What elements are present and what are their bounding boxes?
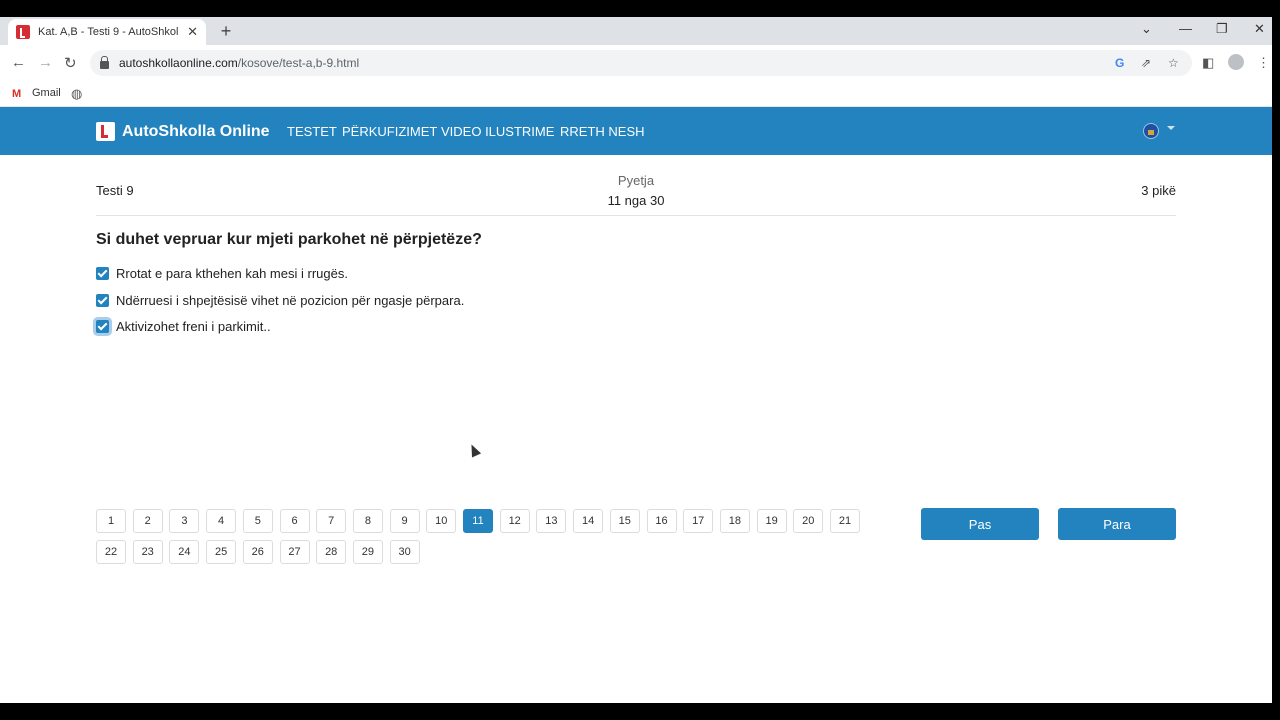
checkbox-checked-icon[interactable] [96,267,109,280]
page-button-19[interactable]: 19 [756,509,787,533]
bookmark-gmail[interactable]: Gmail [32,87,61,99]
question-text: Si duhet vepruar kur mjeti parkohet në p… [96,231,482,248]
answer-option-2[interactable]: Ndërruesi i shpejtësisë vihet në pozicio… [96,293,464,308]
next-button[interactable]: Para [1058,508,1176,540]
page-button-30[interactable]: 30 [389,540,420,564]
page-button-9[interactable]: 9 [389,509,420,533]
bookmark-star-icon[interactable]: ☆ [1168,56,1179,70]
browser-window: Kat. A,B - Testi 9 - AutoShkolla O ✕ + ⌄… [0,17,1272,703]
nav-perkufizimet[interactable]: PËRKUFIZIMET [342,124,437,139]
new-tab-icon[interactable]: + [216,21,236,42]
page-button-27[interactable]: 27 [279,540,310,564]
site-navbar: AutoShkolla Online TESTET PËRKUFIZIMET V… [0,107,1272,155]
google-lens-icon[interactable]: G [1115,56,1124,70]
page-button-18[interactable]: 18 [719,509,750,533]
question-points: 3 pikë [1141,183,1176,198]
lock-icon [100,55,109,69]
address-bar[interactable]: autoshkollaonline.com/kosove/test-a,b-9.… [90,50,1192,76]
page-button-1[interactable]: 1 [96,509,126,533]
minimize-icon[interactable]: — [1179,21,1192,36]
profile-avatar-icon[interactable] [1228,54,1244,70]
browser-tab[interactable]: Kat. A,B - Testi 9 - AutoShkolla O ✕ [8,19,206,45]
brand-link[interactable]: AutoShkolla Online [96,122,270,141]
page-button-3[interactable]: 3 [169,509,200,533]
menu-kebab-icon[interactable]: ⋮ [1257,55,1270,71]
page-button-20[interactable]: 20 [793,509,824,533]
browser-toolbar: ← → ↻ autoshkollaonline.com/kosove/test-… [0,45,1272,81]
answer-text: Rrotat e para kthehen kah mesi i rrugës. [116,266,348,281]
page-button-28[interactable]: 28 [316,540,347,564]
page-button-5[interactable]: 5 [242,509,273,533]
globe-icon[interactable]: ◍ [71,86,82,102]
page-button-12[interactable]: 12 [499,509,530,533]
page-button-15[interactable]: 15 [609,509,640,533]
answer-option-1[interactable]: Rrotat e para kthehen kah mesi i rrugës. [96,266,348,281]
page-button-24[interactable]: 24 [169,540,200,564]
reload-icon[interactable]: ↻ [64,54,77,72]
page-button-13[interactable]: 13 [536,509,567,533]
forward-icon[interactable]: → [38,54,53,71]
page-button-23[interactable]: 23 [132,540,163,564]
kosovo-flag-icon[interactable] [1143,123,1159,139]
page-button-10[interactable]: 10 [426,509,457,533]
language-dropdown-caret-icon[interactable] [1167,126,1175,130]
answer-text: Ndërruesi i shpejtësisë vihet në pozicio… [116,293,465,308]
test-name: Testi 9 [96,183,134,198]
brand-name: AutoShkolla Online [122,122,270,140]
brand-logo-icon [96,122,115,141]
page-button-4[interactable]: 4 [206,509,237,533]
back-icon[interactable]: ← [11,54,26,71]
site-favicon-icon [16,25,30,39]
nav-video-ilustrime[interactable]: VIDEO ILUSTRIME [441,124,554,139]
page-button-29[interactable]: 29 [352,540,383,564]
side-panel-icon[interactable]: ◧ [1202,55,1214,71]
answer-option-3[interactable]: Aktivizohet freni i parkimit.. [96,319,271,334]
close-tab-icon[interactable]: ✕ [187,24,198,40]
close-window-icon[interactable]: ✕ [1254,21,1265,37]
tab-title: Kat. A,B - Testi 9 - AutoShkolla O [38,26,178,38]
tab-search-icon[interactable]: ⌄ [1141,21,1152,37]
page-button-14[interactable]: 14 [573,509,604,533]
divider [96,215,1176,216]
question-label: Pyetja [617,173,655,188]
checkbox-checked-icon[interactable] [96,320,109,333]
gmail-icon: M [12,88,22,100]
page-button-11[interactable]: 11 [463,509,493,533]
url-text: autoshkollaonline.com/kosove/test-a,b-9.… [119,56,360,70]
page-button-21[interactable]: 21 [830,509,860,533]
page-button-2[interactable]: 2 [132,509,163,533]
share-icon[interactable]: ⇗ [1141,56,1151,70]
nav-rreth-nesh[interactable]: RRETH NESH [560,124,645,139]
page-button-25[interactable]: 25 [206,540,237,564]
bookmarks-bar: M Gmail ◍ [0,81,1272,107]
restore-icon[interactable]: ❐ [1216,21,1228,37]
page-button-7[interactable]: 7 [316,509,347,533]
mouse-cursor-icon [466,442,482,458]
tab-strip: Kat. A,B - Testi 9 - AutoShkolla O ✕ + ⌄… [0,17,1272,45]
page-button-17[interactable]: 17 [683,509,714,533]
prev-button[interactable]: Pas [921,508,1039,540]
page-button-8[interactable]: 8 [352,509,383,533]
page-button-16[interactable]: 16 [646,509,677,533]
nav-testet[interactable]: TESTET [287,124,337,139]
answer-text: Aktivizohet freni i parkimit.. [116,319,271,334]
checkbox-checked-icon[interactable] [96,294,109,307]
page-button-22[interactable]: 22 [96,540,126,564]
page-button-6[interactable]: 6 [279,509,310,533]
question-counter: 11 nga 30 [607,193,665,208]
page-button-26[interactable]: 26 [242,540,273,564]
